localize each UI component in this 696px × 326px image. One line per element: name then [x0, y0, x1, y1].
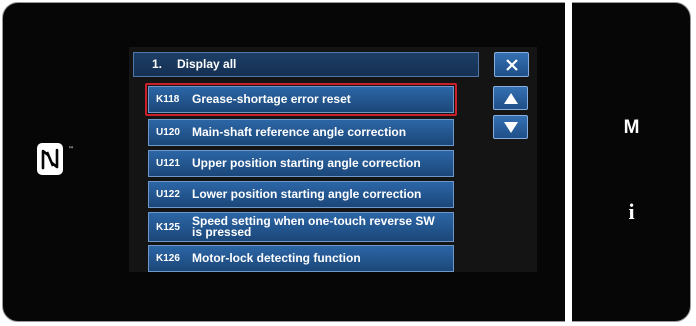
list-item-u121[interactable]: U121 Upper position starting angle corre… [148, 150, 454, 177]
list-header: 1. Display all [133, 52, 479, 77]
triangle-up-icon [504, 93, 518, 104]
nfc-icon [37, 143, 63, 175]
close-icon [506, 59, 518, 71]
close-button[interactable] [494, 52, 529, 77]
item-code: K126 [156, 253, 180, 264]
information-key[interactable]: i [572, 199, 691, 225]
item-code: K125 [156, 221, 180, 233]
item-code: U122 [156, 189, 180, 200]
item-code: U121 [156, 158, 180, 169]
triangle-down-icon [504, 122, 518, 133]
item-label: Upper position starting angle correction [192, 156, 421, 170]
list-item-u122[interactable]: U122 Lower position starting angle corre… [148, 181, 454, 208]
list-item-u120[interactable]: U120 Main-shaft reference angle correcti… [148, 119, 454, 146]
item-code: U120 [156, 127, 180, 138]
scroll-up-button[interactable] [493, 86, 528, 110]
item-label: Main-shaft reference angle correction [192, 125, 407, 139]
list-item-k126[interactable]: K126 Motor-lock detecting function [148, 245, 454, 272]
trademark-symbol: ™ [68, 146, 74, 153]
panel-divider [565, 2, 572, 322]
selection-highlight [145, 83, 457, 116]
mode-key[interactable]: M [572, 117, 691, 139]
item-label: Speed setting when one-touch reverse SW … [192, 214, 435, 239]
item-label: Motor-lock detecting function [192, 251, 361, 265]
list-item-k125[interactable]: K125 Speed setting when one-touch revers… [148, 212, 454, 242]
scroll-down-button[interactable] [493, 115, 528, 139]
header-number: 1. [152, 57, 163, 71]
header-title: Display all [177, 57, 237, 71]
item-label: Lower position starting angle correction [192, 187, 422, 201]
